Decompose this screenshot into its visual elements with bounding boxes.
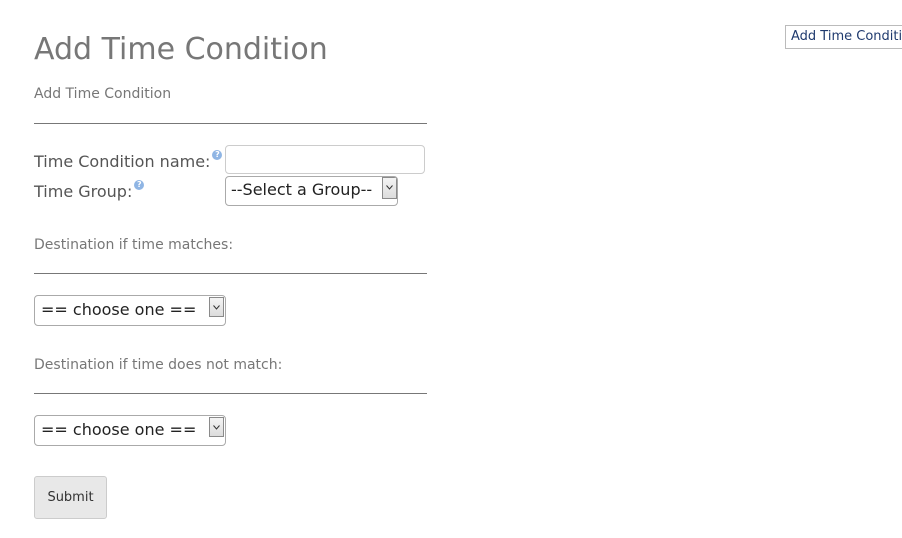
destination-nomatch-selected-value: == choose one == — [41, 420, 197, 439]
page: Add Time Condition Add Time Condition Ad… — [0, 0, 902, 538]
submit-button[interactable]: Submit — [34, 476, 107, 519]
time-condition-name-input[interactable] — [225, 145, 425, 174]
divider — [34, 393, 427, 394]
help-icon[interactable]: ? — [134, 180, 145, 190]
destination-nomatch-select[interactable]: == choose one == — [34, 415, 226, 446]
time-group-label: Time Group:? — [34, 180, 145, 202]
add-time-condition-link[interactable]: Add Time Condition — [785, 25, 902, 49]
chevron-down-icon[interactable] — [209, 297, 224, 317]
time-group-label-text: Time Group: — [34, 182, 133, 201]
chevron-down-icon[interactable] — [382, 177, 397, 199]
time-group-select[interactable]: --Select a Group-- — [225, 176, 398, 206]
section-label-destination-match: Destination if time matches: — [34, 237, 234, 253]
divider — [34, 273, 427, 274]
section-label-destination-nomatch: Destination if time does not match: — [34, 357, 283, 373]
chevron-down-icon[interactable] — [209, 417, 224, 437]
time-condition-name-label-text: Time Condition name: — [34, 152, 211, 171]
destination-match-select[interactable]: == choose one == — [34, 295, 226, 326]
divider — [34, 123, 427, 124]
section-label-add-time-condition: Add Time Condition — [34, 86, 172, 102]
destination-match-selected-value: == choose one == — [41, 300, 197, 319]
page-title: Add Time Condition — [34, 32, 328, 67]
time-condition-name-label: Time Condition name:? — [34, 150, 223, 172]
time-group-selected-value: --Select a Group-- — [231, 180, 373, 199]
help-icon[interactable]: ? — [212, 150, 223, 160]
